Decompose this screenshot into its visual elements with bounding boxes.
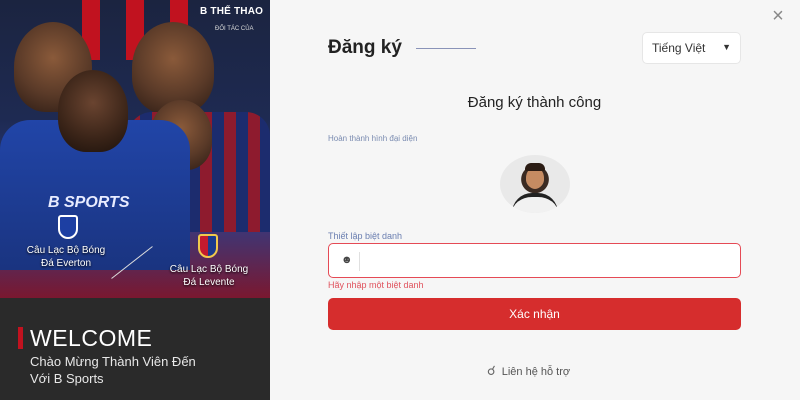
nickname-input[interactable] [365,248,725,274]
avatar[interactable] [500,155,570,213]
caret-down-icon: ▼ [722,42,731,52]
title-underline [416,48,476,49]
success-message: Đăng ký thành công [467,94,602,111]
support-link[interactable]: ☌ Liên hệ hỗ trợ [487,363,570,379]
welcome-accent-bar [18,327,23,349]
nickname-field[interactable]: ☻ [328,243,741,278]
user-icon: ☻ [341,254,353,266]
confirm-button[interactable]: Xác nhận [328,298,741,330]
avatar-body [512,193,558,213]
club-caption-everton: Câu Lạc Bộ Bóng Đá Everton [26,245,106,269]
nickname-label: Thiết lập biệt danh [328,231,403,241]
shirt-sponsor-logo: B SPORTS [48,194,130,211]
nickname-error: Hãy nhập một biệt danh [328,280,424,290]
player-photo [58,70,128,152]
welcome-title: WELCOME [30,325,153,351]
avatar-hair [525,163,545,171]
language-selected-label: Tiếng Việt [652,41,706,55]
promo-panel: B THỂ THAO ĐỐI TÁC CỦA B SPORTS Câu Lạc … [0,0,270,400]
page-title: Đăng ký [328,37,402,58]
headset-icon: ☌ [487,363,496,378]
club-caption-levante: Câu Lạc Bộ Bóng Đá Levente [169,264,249,288]
field-divider [359,252,360,271]
everton-badge-icon [58,215,78,239]
levante-badge-icon [198,234,218,258]
language-select[interactable]: Tiếng Việt ▼ [642,32,741,64]
support-label: Liên hệ hỗ trợ [501,366,571,378]
promo-hero-image: B THỂ THAO ĐỐI TÁC CỦA B SPORTS Câu Lạc … [0,0,270,298]
welcome-subtitle: Chào Mừng Thành Viên Đến Với B Sports [30,354,196,386]
brand-name: B THỂ THAO [200,6,264,17]
avatar-label: Hoàn thành hình đại diện [328,134,418,143]
close-icon[interactable]: × [768,6,788,26]
brand-tagline: ĐỐI TÁC CỦA [215,26,254,32]
